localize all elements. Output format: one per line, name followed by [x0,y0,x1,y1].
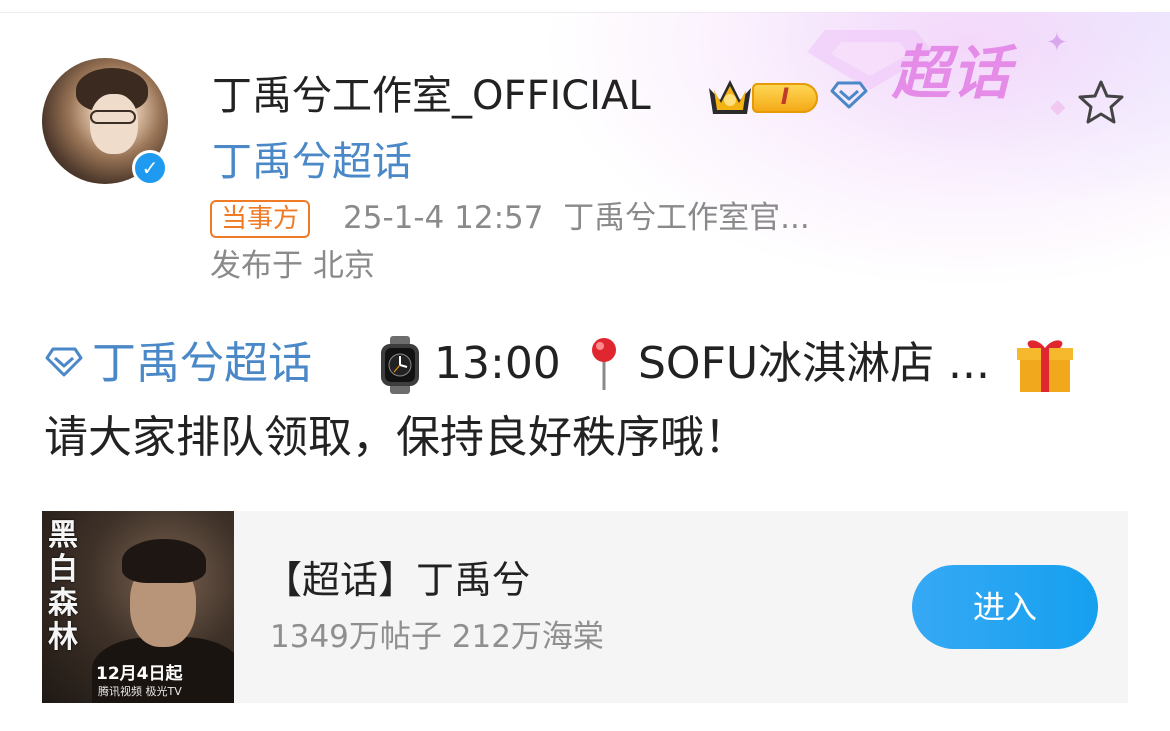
gift-icon [1017,340,1073,392]
supertopic-poster[interactable]: 黑白森林 12月4日起 腾讯视频 极光TV [42,511,234,703]
post-timestamp: 25-1-4 12:57 [343,200,544,236]
supertopic-card[interactable]: 黑白森林 12月4日起 腾讯视频 极光TV 【超话】丁禹兮 1349万帖子 21… [42,511,1128,703]
sparkle-icon: ✦ [1046,28,1068,58]
verified-icon: ✓ [132,150,168,186]
small-diamond-icon: ◆ [1050,94,1066,118]
diamond-icon [45,347,83,377]
supertopic-badge[interactable]: 超话 [892,44,1012,102]
watch-icon [381,336,419,394]
post-time: 13:00 [434,338,561,389]
fans-count: 212万海棠 [451,619,604,655]
topic-link[interactable]: 丁禹兮超话 [212,138,412,186]
level-badge[interactable]: I [752,83,818,113]
star-icon[interactable] [1076,78,1126,128]
card-title: 【超话】丁禹兮 [264,558,531,602]
poster-title: 黑白森林 [48,518,78,655]
party-tag: 当事方 [210,200,311,238]
enter-button[interactable]: 进入 [912,565,1098,649]
username[interactable]: 丁禹兮工作室_OFFICIAL [212,72,651,120]
post-topic-link[interactable]: 丁禹兮超话 [92,336,312,392]
posts-count: 1349万帖子 [270,619,442,655]
post-text-line-1: 丁禹兮超话 13:00 SOFU冰淇淋店 ... [44,336,1144,394]
post-meta: 25-1-4 12:57 丁禹兮工作室官... [343,198,810,238]
diamond-icon[interactable] [830,80,868,110]
post-place: SOFU冰淇淋店 ... [638,338,991,389]
post-location: 发布于 北京 [210,246,375,286]
poster-date: 12月4日起 [96,664,183,684]
post-text-line-2: 请大家排队领取，保持良好秩序哦！ [44,412,748,463]
pin-icon [592,338,616,390]
location-prefix: 发布于 [210,248,303,284]
location-name: 北京 [312,248,375,284]
crown-icon [709,80,751,114]
poster-platform: 腾讯视频 极光TV [98,685,182,698]
card-stats: 1349万帖子 212万海棠 [270,617,604,657]
post-source[interactable]: 丁禹兮工作室官... [563,200,810,236]
